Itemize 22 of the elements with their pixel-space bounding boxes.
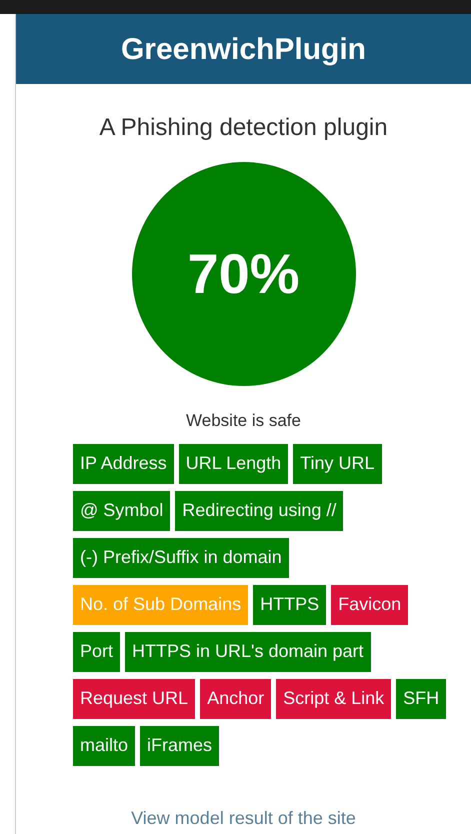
feature-tag: SFH <box>396 678 446 718</box>
feature-tag: IP Address <box>73 444 174 484</box>
feature-tag: (-) Prefix/Suffix in domain <box>73 538 289 578</box>
feature-tag: Script & Link <box>276 678 392 718</box>
feature-tag: Tiny URL <box>293 444 382 484</box>
feature-tag: HTTPS in URL's domain part <box>125 632 371 672</box>
feature-tag: Favicon <box>331 584 408 624</box>
verdict-text: Website is safe <box>185 410 302 432</box>
app-title: GreenwichPlugin <box>120 32 366 68</box>
feature-tag: URL Length <box>178 444 288 484</box>
feature-tag: @ Symbol <box>73 490 170 530</box>
feature-tag: mailto <box>73 726 136 766</box>
view-results-link[interactable]: View model result of the site <box>16 805 471 832</box>
feature-tag: Port <box>73 632 120 672</box>
feature-tag: Redirecting using // <box>175 490 344 530</box>
feature-tag: No. of Sub Domains <box>73 584 248 624</box>
feature-tag: Request URL <box>73 678 196 718</box>
feature-tag: iFrames <box>140 726 220 766</box>
feature-tag: HTTPS <box>253 584 326 624</box>
subtitle: A Phishing detection plugin <box>98 113 389 143</box>
feature-tag: Anchor <box>200 678 272 718</box>
score-value: 70% <box>187 241 300 307</box>
